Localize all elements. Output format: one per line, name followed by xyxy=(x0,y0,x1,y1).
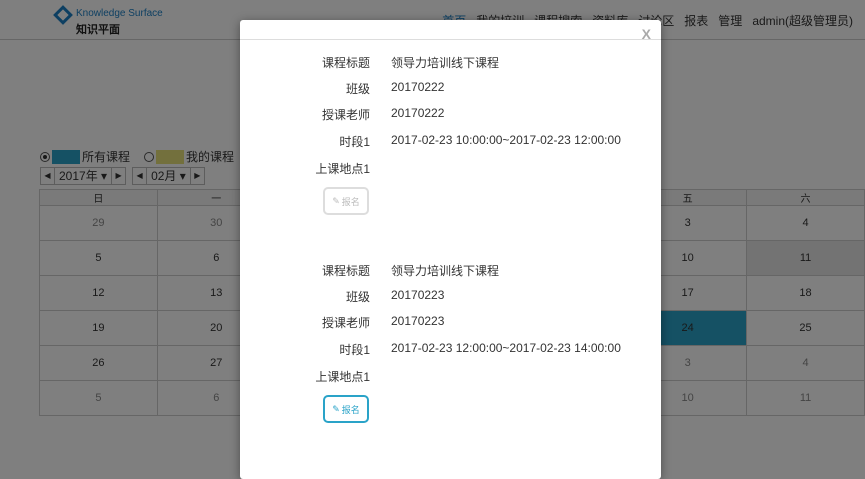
course-title-label: 课程标题 xyxy=(321,56,370,70)
course-period-label: 时段1 xyxy=(339,343,370,357)
course-title-value: 领导力培训线下课程 xyxy=(391,264,500,278)
course-class-value: 20170223 xyxy=(391,288,445,302)
close-icon[interactable]: X xyxy=(642,26,651,42)
enroll-button-disabled[interactable]: ✎ 报名 xyxy=(323,187,369,215)
modal-header: X xyxy=(240,20,661,42)
course-teacher-label: 授课老师 xyxy=(321,316,370,330)
enroll-button[interactable]: ✎ 报名 xyxy=(323,395,369,423)
course-location-label: 上课地点1 xyxy=(315,370,370,384)
course-period-value: 2017-02-23 12:00:00~2017-02-23 14:00:00 xyxy=(391,341,621,355)
course-teacher-value: 20170222 xyxy=(391,106,445,120)
course-location-label: 上课地点1 xyxy=(315,162,370,176)
enroll-label: 报名 xyxy=(341,404,360,415)
course-detail-modal: X 课程标题 领导力培训线下课程 班级 20170222 授课老师 201702… xyxy=(240,20,661,479)
pencil-icon: ✎ xyxy=(332,195,340,206)
course-class-value: 20170222 xyxy=(391,80,445,94)
enroll-label: 报名 xyxy=(341,196,360,207)
course-class-label: 班级 xyxy=(345,290,370,304)
course-title-label: 课程标题 xyxy=(321,264,370,278)
pencil-icon: ✎ xyxy=(332,403,340,414)
course-period-value: 2017-02-23 10:00:00~2017-02-23 12:00:00 xyxy=(391,133,621,147)
course-period-label: 时段1 xyxy=(339,135,370,149)
course-teacher-label: 授课老师 xyxy=(321,108,370,122)
course-class-label: 班级 xyxy=(345,82,370,96)
course-title-value: 领导力培训线下课程 xyxy=(391,56,500,70)
course-teacher-value: 20170223 xyxy=(391,314,445,328)
